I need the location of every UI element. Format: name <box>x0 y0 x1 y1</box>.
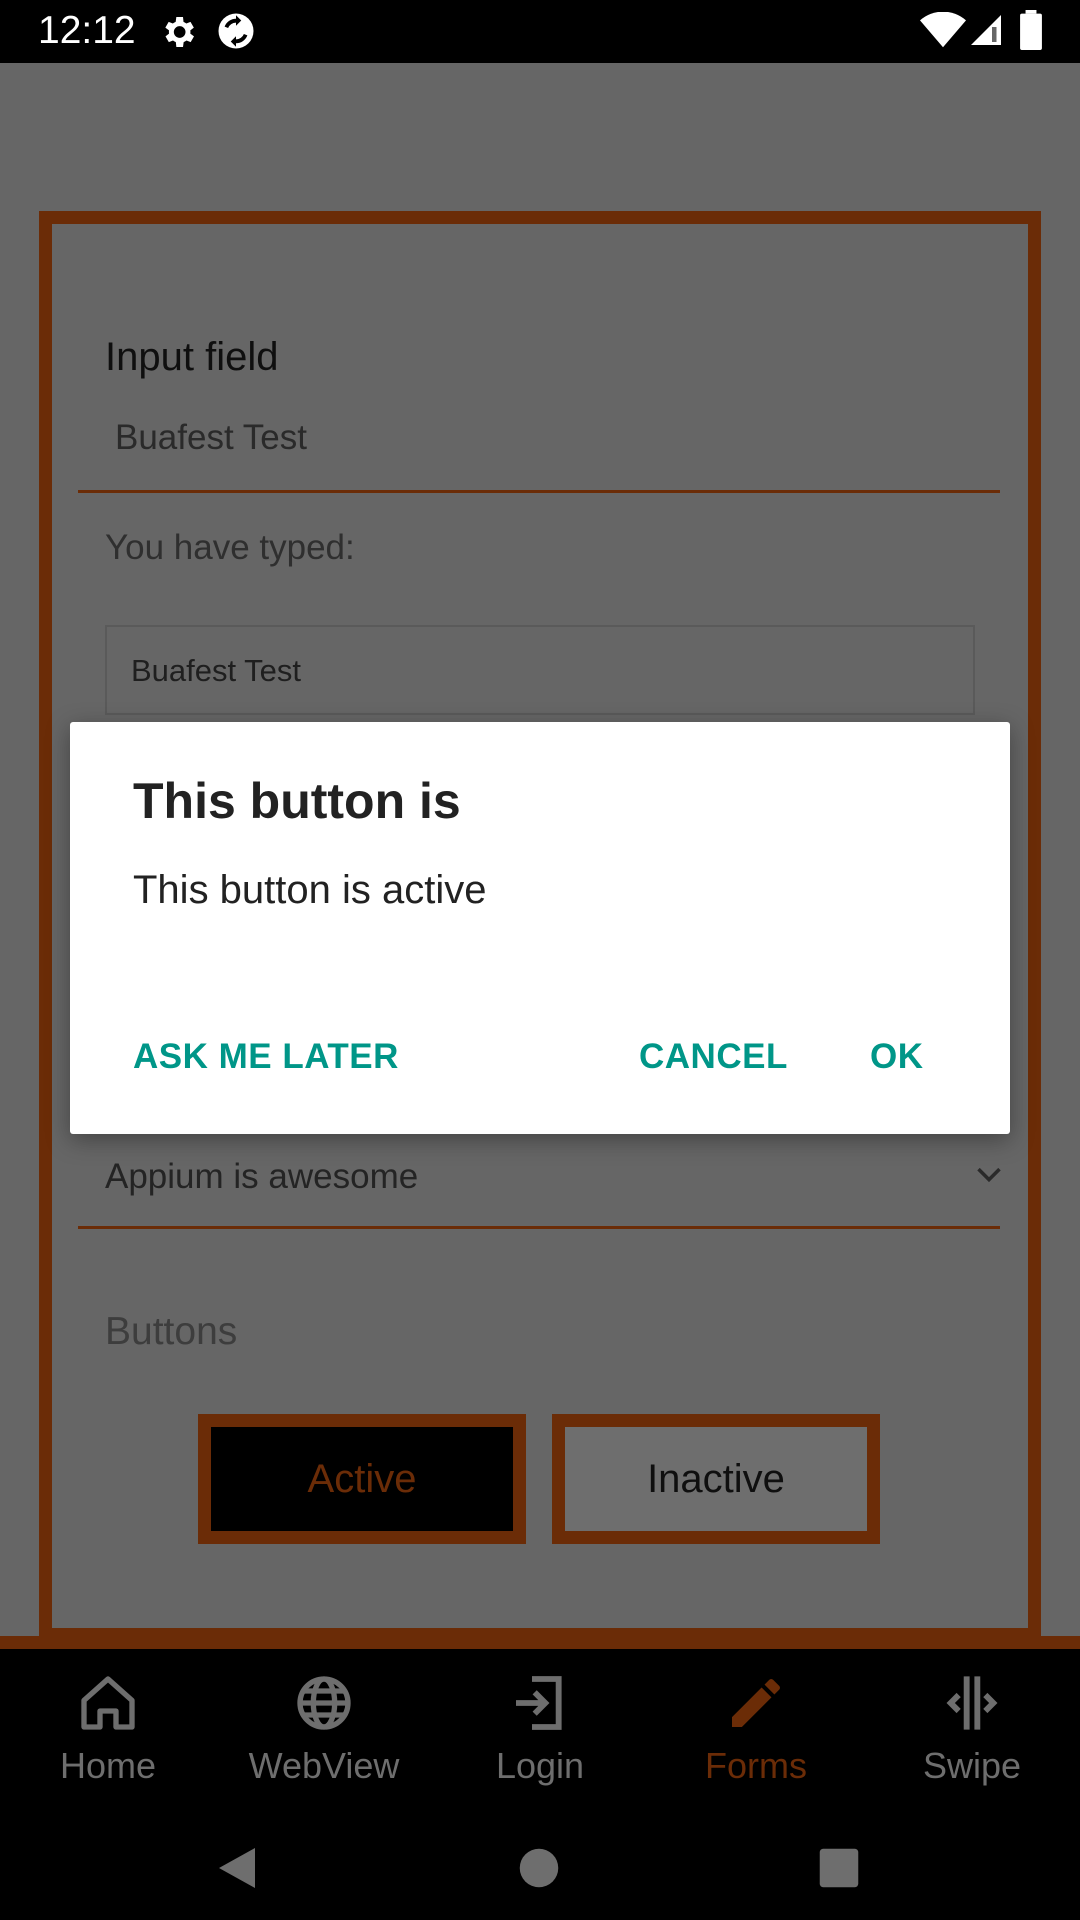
ask-me-later-button[interactable]: ASK ME LATER <box>133 1037 399 1077</box>
system-navigation-bar <box>0 1809 1080 1920</box>
tab-forms-label: Forms <box>705 1745 807 1786</box>
battery-icon <box>1020 10 1042 50</box>
tab-login-label: Login <box>495 1745 585 1786</box>
input-underline <box>78 490 1000 493</box>
back-icon[interactable] <box>215 1844 259 1892</box>
typed-label: You have typed: <box>105 528 355 567</box>
active-button[interactable]: Active <box>198 1414 526 1544</box>
bottom-divider <box>0 1636 1080 1649</box>
login-icon <box>516 1676 562 1730</box>
globe-icon <box>297 1676 351 1730</box>
home-icon <box>81 1676 135 1730</box>
wifi-icon <box>920 12 966 48</box>
tab-webview[interactable]: WebView <box>216 1649 432 1809</box>
chevron-down-icon[interactable] <box>975 1165 1003 1185</box>
tab-swipe[interactable]: Swipe <box>864 1649 1080 1809</box>
dropdown-select[interactable]: Appium is awesome <box>105 1157 418 1197</box>
dialog-message: This button is active <box>133 868 487 912</box>
text-input[interactable]: Buafest Test <box>115 418 307 458</box>
tab-swipe-label: Swipe <box>922 1745 1022 1786</box>
status-time: 12:12 <box>38 9 136 52</box>
gear-icon <box>165 17 194 47</box>
home-circle-icon[interactable] <box>518 1847 560 1889</box>
buttons-label: Buttons <box>105 1310 238 1353</box>
alert-dialog: This button is This button is active ASK… <box>70 722 1010 1134</box>
status-bar: 12:12 <box>0 0 1080 63</box>
tab-forms[interactable]: Forms <box>648 1649 864 1809</box>
inactive-button-label: Inactive <box>647 1456 785 1501</box>
typed-value: Buafest Test <box>131 653 302 688</box>
cancel-button[interactable]: CANCEL <box>639 1037 788 1077</box>
signal-icon <box>971 15 1001 45</box>
tab-login[interactable]: Login <box>432 1649 648 1809</box>
recent-apps-icon[interactable] <box>818 1847 860 1889</box>
tab-home[interactable]: Home <box>0 1649 216 1809</box>
tab-webview-label: WebView <box>248 1745 400 1786</box>
tab-home-label: Home <box>59 1745 157 1786</box>
active-button-label: Active <box>307 1456 417 1501</box>
input-text-result: Buafest Test <box>105 625 975 715</box>
sync-icon <box>218 13 254 49</box>
screen: 12:12 Input field Buafest Test You have … <box>0 0 1080 1920</box>
dialog-title: This button is <box>133 773 461 829</box>
swipe-icon <box>946 1676 998 1730</box>
inactive-button[interactable]: Inactive <box>552 1414 880 1544</box>
bottom-navigation: Home WebView Login Forms Swipe <box>0 1649 1080 1809</box>
dropdown-underline <box>78 1226 1000 1229</box>
ok-button[interactable]: OK <box>870 1037 924 1077</box>
pencil-icon <box>732 1679 780 1727</box>
input-field-label: Input field <box>105 335 279 379</box>
